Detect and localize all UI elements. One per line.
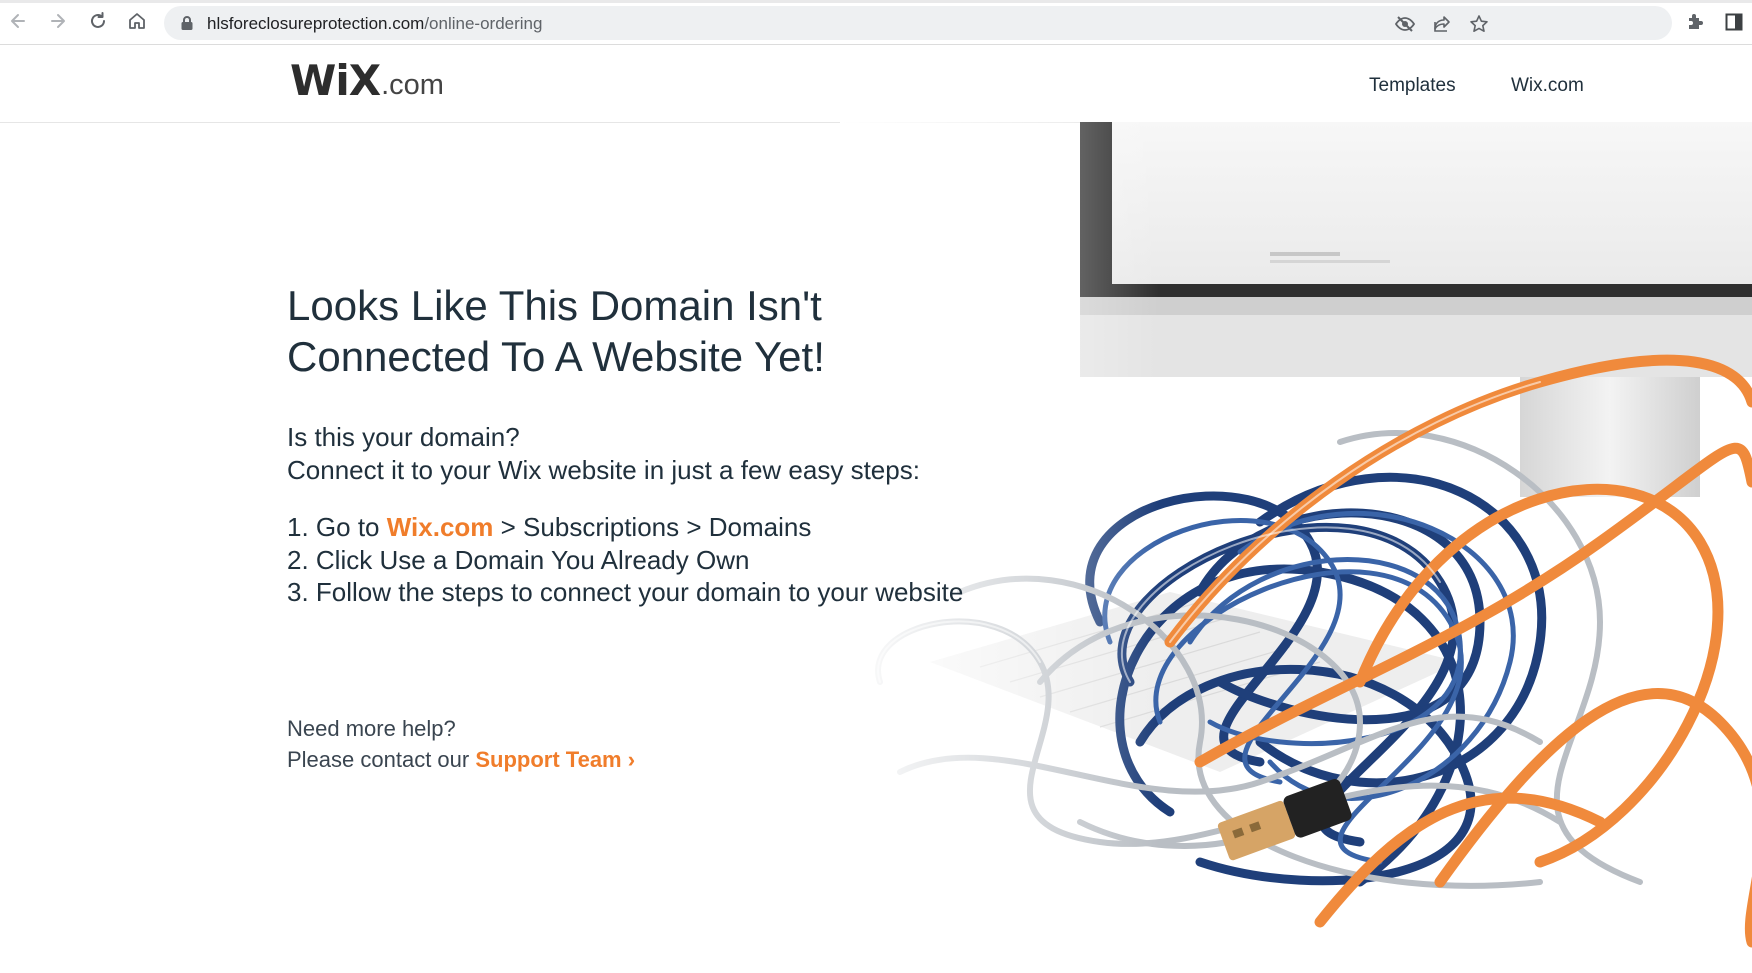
url-host: hlsforeclosureprotection.com (207, 14, 425, 33)
site-header: WiX .com Templates Wix.com (0, 45, 1752, 123)
eye-slash-icon[interactable] (1394, 13, 1416, 35)
support-team-link[interactable]: Support Team › (475, 747, 635, 772)
url-text[interactable]: hlsforeclosureprotection.com/online-orde… (207, 14, 542, 34)
steps-list: 1. Go to Wix.com > Subscriptions > Domai… (287, 511, 1047, 609)
step-2: 2. Click Use a Domain You Already Own (287, 544, 750, 575)
heading-line-2: Connected To A Website Yet! (287, 333, 825, 380)
intro-line-2: Connect it to your Wix website in just a… (287, 455, 920, 485)
wix-logo[interactable]: WiX .com (290, 59, 444, 103)
heading-line-1: Looks Like This Domain Isn't (287, 282, 822, 329)
logo-wordmark: WiX (290, 56, 381, 105)
browser-toolbar: hlsforeclosureprotection.com/online-orde… (0, 0, 1752, 45)
wix-com-link[interactable]: Wix.com (387, 512, 494, 542)
back-icon[interactable] (6, 9, 30, 33)
support-team-label: Support Team (475, 747, 622, 772)
intro-line-1: Is this your domain? (287, 422, 520, 452)
chevron-right-icon: › (627, 747, 636, 772)
logo-suffix: .com (381, 69, 444, 101)
step-1: 1. Go to Wix.com > Subscriptions > Domai… (287, 511, 1047, 544)
intro-text: Is this your domain? Connect it to your … (287, 421, 1047, 487)
nav-templates-link[interactable]: Templates (1369, 75, 1456, 97)
address-bar[interactable]: hlsforeclosureprotection.com/online-orde… (164, 6, 1672, 40)
share-icon[interactable] (1431, 13, 1453, 35)
reload-icon[interactable] (86, 9, 110, 33)
url-path: /online-ordering (424, 14, 543, 33)
side-panel-icon[interactable] (1722, 10, 1746, 34)
home-icon[interactable] (125, 9, 149, 33)
step-1-suffix: > Subscriptions > Domains (493, 512, 812, 542)
page-heading: Looks Like This Domain Isn't Connected T… (287, 280, 1047, 382)
extensions-puzzle-icon[interactable] (1683, 10, 1707, 34)
help-prefix: Please contact our (287, 747, 476, 772)
nav-wix-link[interactable]: Wix.com (1511, 75, 1584, 97)
main-content: Looks Like This Domain Isn't Connected T… (287, 280, 1047, 609)
step-3: 3. Follow the steps to connect your doma… (287, 577, 964, 607)
help-line-2: Please contact our Support Team › (287, 744, 635, 775)
lock-icon[interactable] (180, 15, 194, 36)
step-1-prefix: 1. Go to (287, 512, 387, 542)
help-line-1: Need more help? (287, 716, 456, 741)
forward-icon[interactable] (46, 9, 70, 33)
help-section: Need more help? Please contact our Suppo… (287, 713, 635, 775)
bookmark-star-icon[interactable] (1468, 13, 1490, 35)
tab-strip-edge (0, 0, 1752, 3)
